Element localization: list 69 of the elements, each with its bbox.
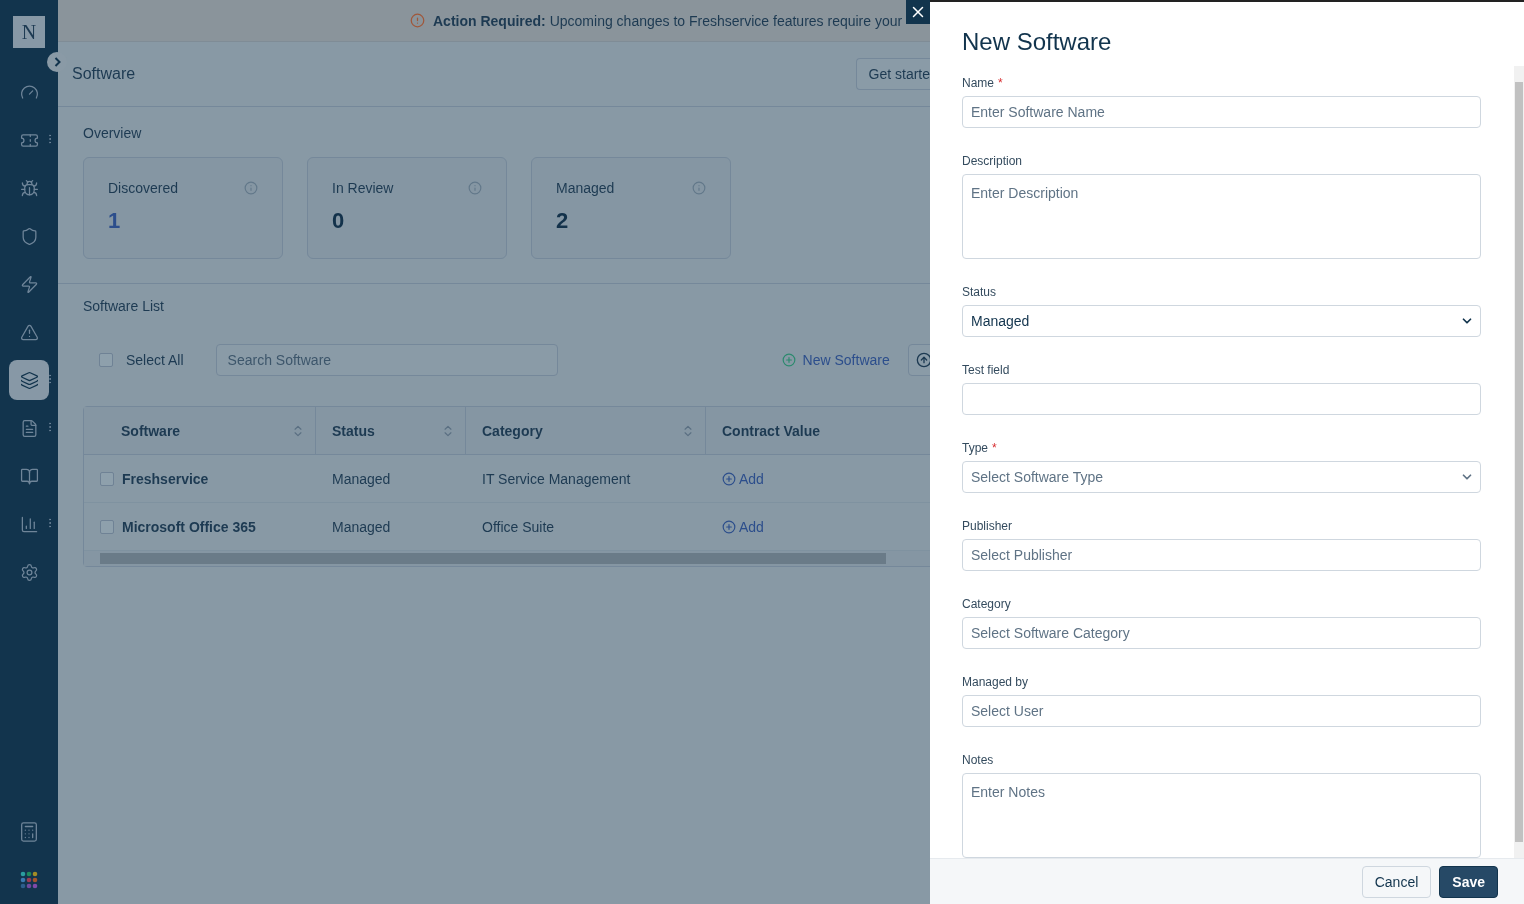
- stat-value: 2: [556, 208, 570, 234]
- stat-label: In Review: [332, 180, 394, 196]
- stat-label: Managed: [556, 180, 615, 196]
- bar-chart-icon: [19, 514, 39, 534]
- get-started-button[interactable]: Get starte: [855, 58, 930, 90]
- banner-text: Action Required: Upcoming changes to Freshservice features require your: [433, 12, 903, 29]
- section-title: Overview: [83, 125, 143, 141]
- app-grid-icon[interactable]: [20, 871, 38, 889]
- checkbox[interactable]: [100, 471, 114, 486]
- column-header[interactable]: Software: [84, 407, 316, 455]
- table-cell: Managed: [332, 470, 391, 487]
- table-cell: Managed: [332, 518, 391, 535]
- field-label: Type *: [962, 441, 998, 455]
- table-cell: Microsoft Office 365: [122, 518, 256, 535]
- page-title: Software: [72, 65, 136, 83]
- field-label: Test field: [962, 363, 1011, 377]
- select-field[interactable]: Select Software Type: [962, 461, 1481, 493]
- lightning-icon: [19, 274, 39, 294]
- info-icon[interactable]: [244, 181, 258, 195]
- warning-icon: [19, 322, 39, 342]
- nav-item[interactable]: [9, 360, 49, 400]
- close-button[interactable]: [906, 0, 930, 24]
- plus-circle-icon: [722, 519, 736, 534]
- select-field[interactable]: Managed: [962, 305, 1481, 337]
- add-link[interactable]: Add: [722, 518, 764, 535]
- plus-circle-icon: [781, 353, 796, 367]
- add-link[interactable]: Add: [722, 470, 764, 487]
- select-all-label[interactable]: Select All: [126, 352, 184, 368]
- field-label: Notes: [962, 753, 995, 767]
- search-field[interactable]: Search Software: [215, 344, 558, 376]
- checkbox[interactable]: [100, 519, 114, 534]
- table-cell: IT Service Management: [482, 470, 631, 487]
- section-title: Software List: [83, 298, 165, 314]
- text-area[interactable]: Enter Description: [962, 174, 1481, 259]
- column-header[interactable]: Category: [466, 407, 706, 455]
- field-label: Publisher: [962, 519, 1014, 533]
- save-button[interactable]: Save: [1439, 865, 1498, 898]
- field-label: Status: [962, 285, 998, 299]
- layers-icon: [19, 370, 39, 390]
- stat-label: Discovered: [108, 180, 179, 196]
- stat-value: 0: [332, 208, 346, 234]
- logo[interactable]: N: [13, 16, 45, 48]
- info-icon[interactable]: [692, 181, 706, 195]
- input-field[interactable]: Select User: [962, 695, 1481, 727]
- drawer-title: New Software: [961, 27, 1113, 57]
- new-software-button[interactable]: New Software: [781, 352, 890, 368]
- field-label: Category: [962, 597, 1012, 611]
- column-header[interactable]: Status: [316, 407, 466, 455]
- cancel-button[interactable]: Cancel: [1361, 865, 1432, 898]
- field-label: Managed by: [962, 675, 1030, 689]
- stat-value[interactable]: 1: [108, 208, 258, 234]
- book-icon: [19, 466, 39, 486]
- info-icon[interactable]: [468, 181, 482, 195]
- text-area[interactable]: Enter Notes: [962, 773, 1481, 858]
- field-label: Name *: [962, 76, 1004, 90]
- upload-button[interactable]: [907, 344, 930, 376]
- field-label: Description: [962, 154, 1024, 168]
- upload-icon: [915, 352, 930, 368]
- table-cell: Office Suite: [482, 518, 555, 535]
- alert-icon: [410, 13, 425, 28]
- input-field[interactable]: Select Publisher: [962, 539, 1481, 571]
- checkbox[interactable]: [99, 353, 113, 367]
- input-field[interactable]: Enter Software Name: [962, 96, 1481, 128]
- input-field[interactable]: Select Software Category: [962, 617, 1481, 649]
- table-cell: Freshservice: [122, 470, 209, 487]
- bug-icon: [19, 178, 39, 198]
- plus-circle-icon: [722, 471, 736, 486]
- settings-icon: [19, 562, 39, 582]
- calculator-icon: [18, 821, 40, 843]
